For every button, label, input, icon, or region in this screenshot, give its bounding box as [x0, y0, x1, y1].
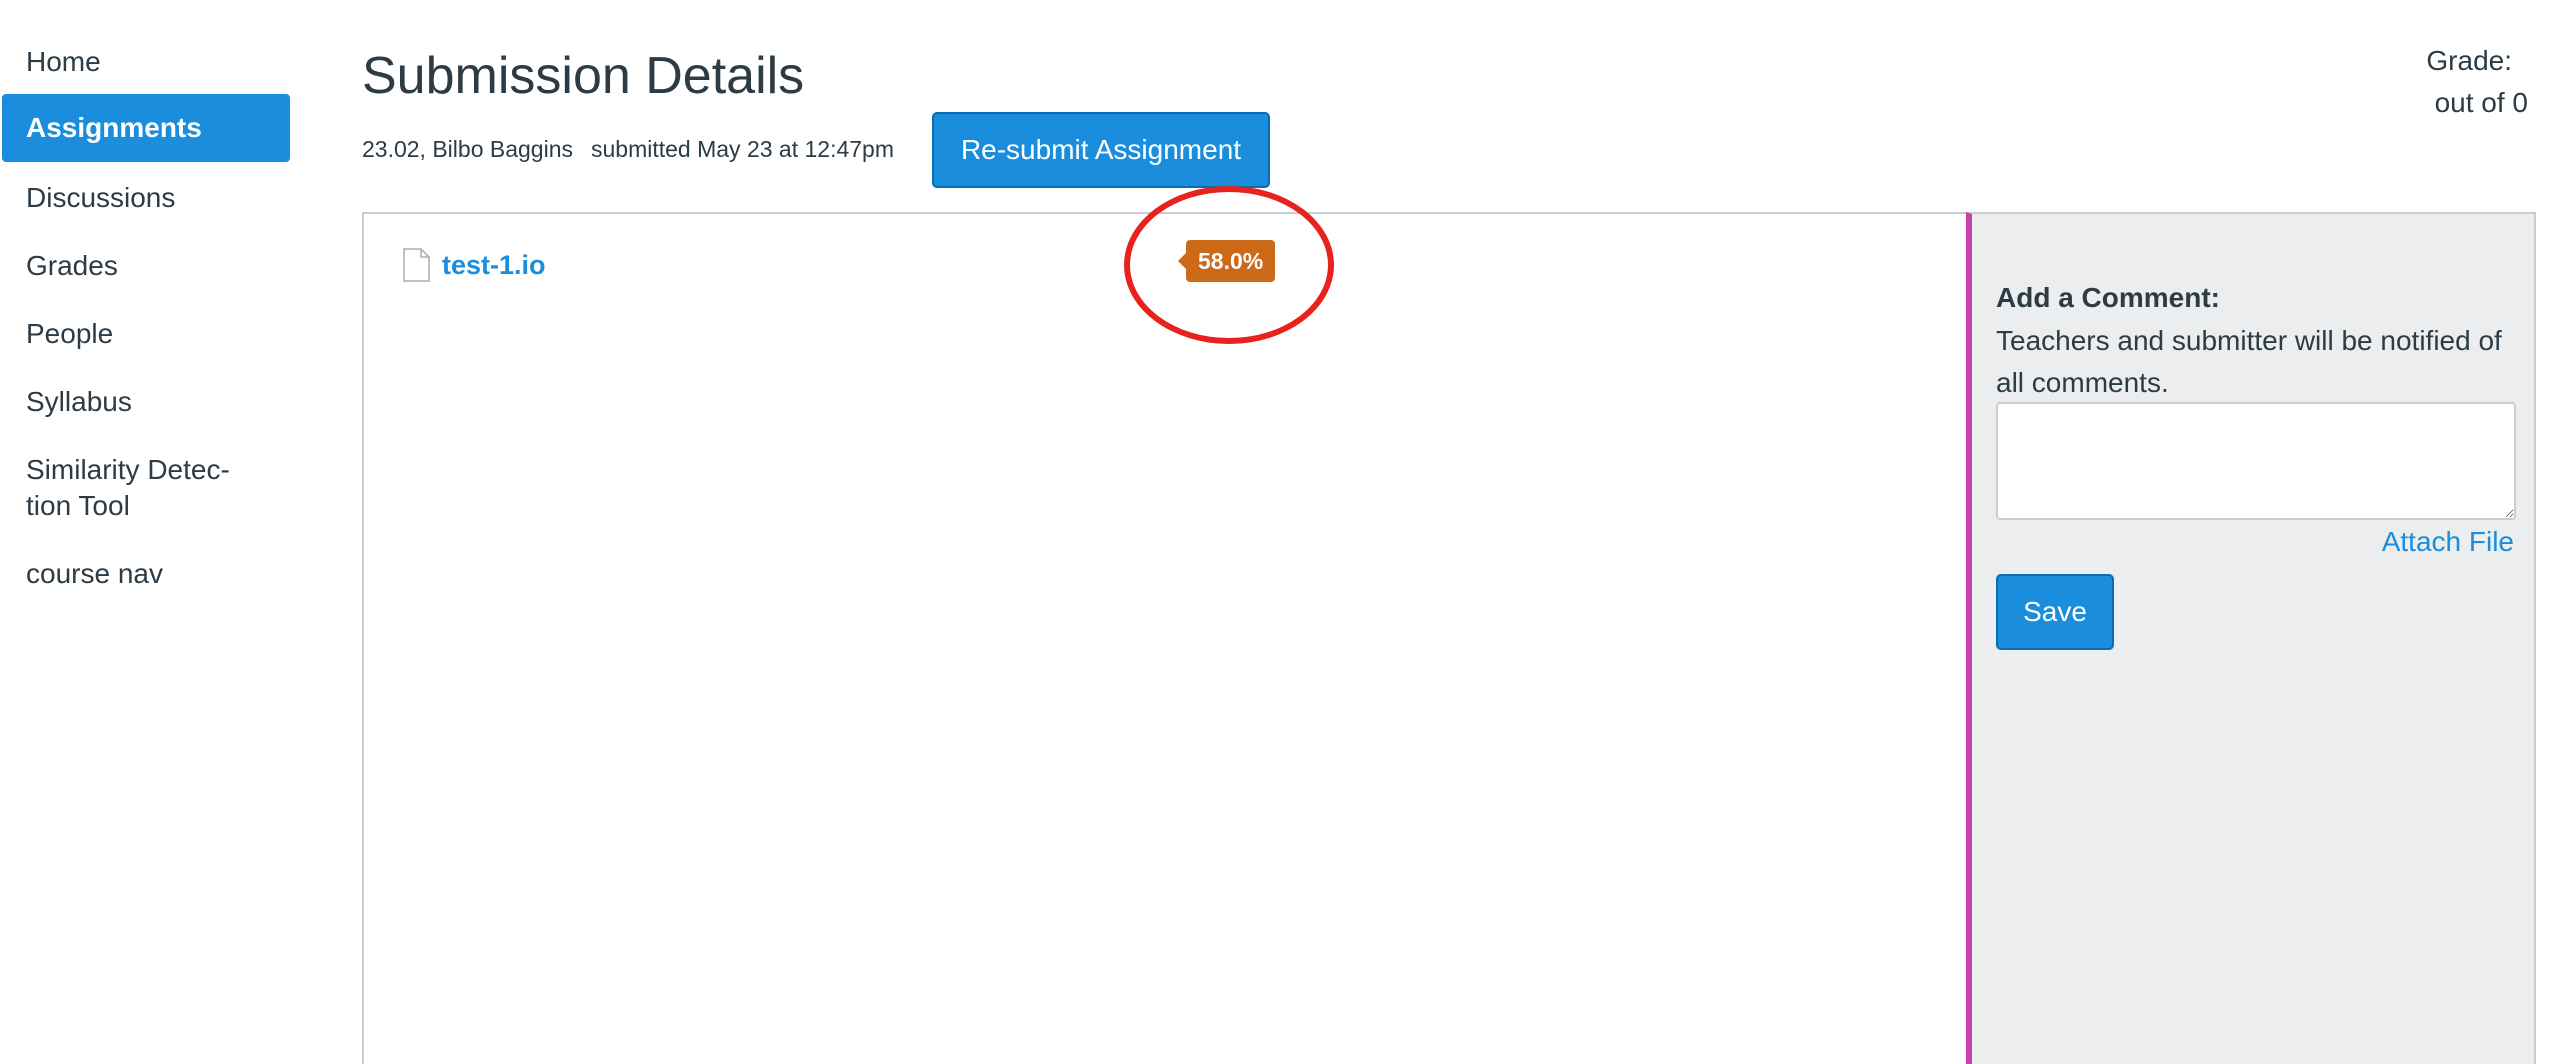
sidebar-item-similarity-detection-tool[interactable]: Similarity Detec- tion Tool — [26, 452, 230, 524]
sidebar-item-label: Similarity Detec- — [26, 454, 230, 485]
sidebar-item-home[interactable]: Home — [26, 44, 101, 80]
sidebar-item-course-nav[interactable]: course nav — [26, 556, 163, 592]
grade-value: out of 0 — [2434, 87, 2528, 118]
comment-title: Add a Comment: — [1996, 282, 2220, 313]
attach-file-link[interactable]: Attach File — [2382, 522, 2514, 562]
submission-timestamp: submitted May 23 at 12:47pm — [591, 136, 894, 162]
resubmit-assignment-button[interactable]: Re-submit Assignment — [932, 112, 1270, 188]
grade-display: Grade: out of 0 — [2426, 40, 2528, 124]
document-icon — [403, 248, 430, 282]
grade-label: Grade: — [2426, 45, 2512, 76]
submission-meta: 23.02, Bilbo Baggins submitted May 23 at … — [362, 134, 894, 164]
submission-file-link[interactable]: test-1.io — [442, 250, 546, 281]
submission-student: 23.02, Bilbo Baggins — [362, 136, 573, 162]
sidebar-item-assignments[interactable]: Assignments — [2, 94, 290, 162]
comment-panel: Add a Comment: Teachers and submitter wi… — [1966, 212, 2536, 1064]
sidebar-item-grades[interactable]: Grades — [26, 248, 118, 284]
comment-help-text: Teachers and submitter will be notified … — [1996, 325, 2502, 398]
sidebar-item-label: tion Tool — [26, 490, 130, 521]
sidebar-item-people[interactable]: People — [26, 316, 113, 352]
sidebar-item-discussions[interactable]: Discussions — [26, 180, 175, 216]
submission-preview: test-1.io 58.0% — [362, 186, 1970, 1064]
sidebar-item-syllabus[interactable]: Syllabus — [26, 384, 132, 420]
submission-file: test-1.io — [402, 248, 546, 282]
page-title: Submission Details — [362, 47, 805, 105]
highlight-annotation-circle — [1124, 186, 1334, 344]
save-button[interactable]: Save — [1996, 574, 2114, 650]
comment-input[interactable] — [1996, 402, 2516, 520]
